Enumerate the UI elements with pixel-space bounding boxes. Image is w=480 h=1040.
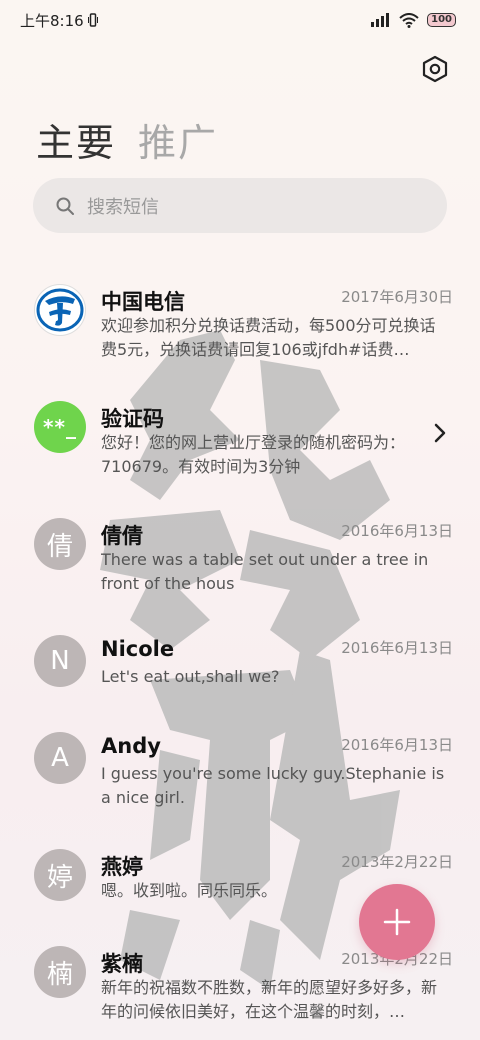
contact-name: 中国电信 xyxy=(101,290,185,314)
status-time: 上午8:16 xyxy=(20,11,84,30)
avatar: N xyxy=(34,635,86,687)
conversation-item[interactable]: **_ 验证码 您好！您的网上营业厅登录的随机密码为：710679。有效时间为3… xyxy=(0,379,480,496)
search-placeholder: 搜索短信 xyxy=(87,196,159,218)
settings-button[interactable] xyxy=(420,54,450,84)
conversation-item[interactable]: 倩 倩倩 2016年6月13日 There was a table set ou… xyxy=(0,496,480,613)
conversation-item[interactable]: 中国电信 2017年6月30日 欢迎参加积分兑换话费活动，每500分可兑换话费5… xyxy=(0,262,480,379)
tab-main[interactable]: 主要 xyxy=(36,112,116,167)
tab-promo[interactable]: 推广 xyxy=(138,112,218,167)
avatar: 楠 xyxy=(34,946,86,998)
status-left: 上午8:16 xyxy=(20,10,98,31)
avatar: A xyxy=(34,732,86,784)
contact-name: 倩倩 xyxy=(101,524,143,548)
hexagon-gear-icon xyxy=(422,55,448,83)
plus-icon xyxy=(383,908,411,936)
message-date: 2016年6月13日 xyxy=(341,639,453,657)
message-date: 2017年6月30日 xyxy=(341,288,453,306)
contact-name: Andy xyxy=(101,734,161,758)
search-icon xyxy=(56,197,74,215)
conversation-item[interactable]: N Nicole 2016年6月13日 Let's eat out,shall … xyxy=(0,613,480,710)
avatar: 婷 xyxy=(34,849,86,901)
message-preview: 欢迎参加积分兑换话费活动，每500分可兑换话费5元，兑换话费请回复106或jfd… xyxy=(101,316,436,359)
status-right: 100 xyxy=(371,12,456,28)
wifi-icon xyxy=(399,12,419,28)
search-bar[interactable]: 搜索短信 xyxy=(33,178,447,233)
telecom-logo-icon xyxy=(36,286,84,334)
message-date: 2016年6月13日 xyxy=(341,736,453,754)
avatar: **_ xyxy=(34,401,86,453)
contact-name: Nicole xyxy=(101,637,175,661)
message-preview: I guess you're some lucky guy.Stephanie … xyxy=(101,764,445,807)
china-telecom-logo xyxy=(34,284,86,336)
contact-name: 紫楠 xyxy=(101,952,143,976)
message-preview: There was a table set out under a tree i… xyxy=(101,550,429,593)
contact-name: 燕婷 xyxy=(101,855,143,879)
message-preview: Let's eat out,shall we? xyxy=(101,667,280,686)
vibrate-icon xyxy=(87,13,98,27)
status-bar: 上午8:16 100 xyxy=(0,0,480,40)
contact-name: 验证码 xyxy=(101,407,164,431)
tab-bar: 主要 推广 xyxy=(36,112,218,167)
conversation-item[interactable]: A Andy 2016年6月13日 I guess you're some lu… xyxy=(0,710,480,827)
avatar: 倩 xyxy=(34,518,86,570)
battery-indicator: 100 xyxy=(427,13,456,27)
message-preview: 您好！您的网上营业厅登录的随机密码为：710679。有效时间为3分钟 xyxy=(101,433,406,476)
message-date: 2016年6月13日 xyxy=(341,522,453,540)
message-date: 2013年2月22日 xyxy=(341,853,453,871)
signal-icon xyxy=(371,13,390,27)
chevron-right-icon[interactable] xyxy=(434,423,446,443)
new-message-button[interactable] xyxy=(359,884,435,960)
message-preview: 新年的祝福数不胜数，新年的愿望好多好多，新年的问候依旧美好，在这个温馨的时刻，… xyxy=(101,978,438,1021)
